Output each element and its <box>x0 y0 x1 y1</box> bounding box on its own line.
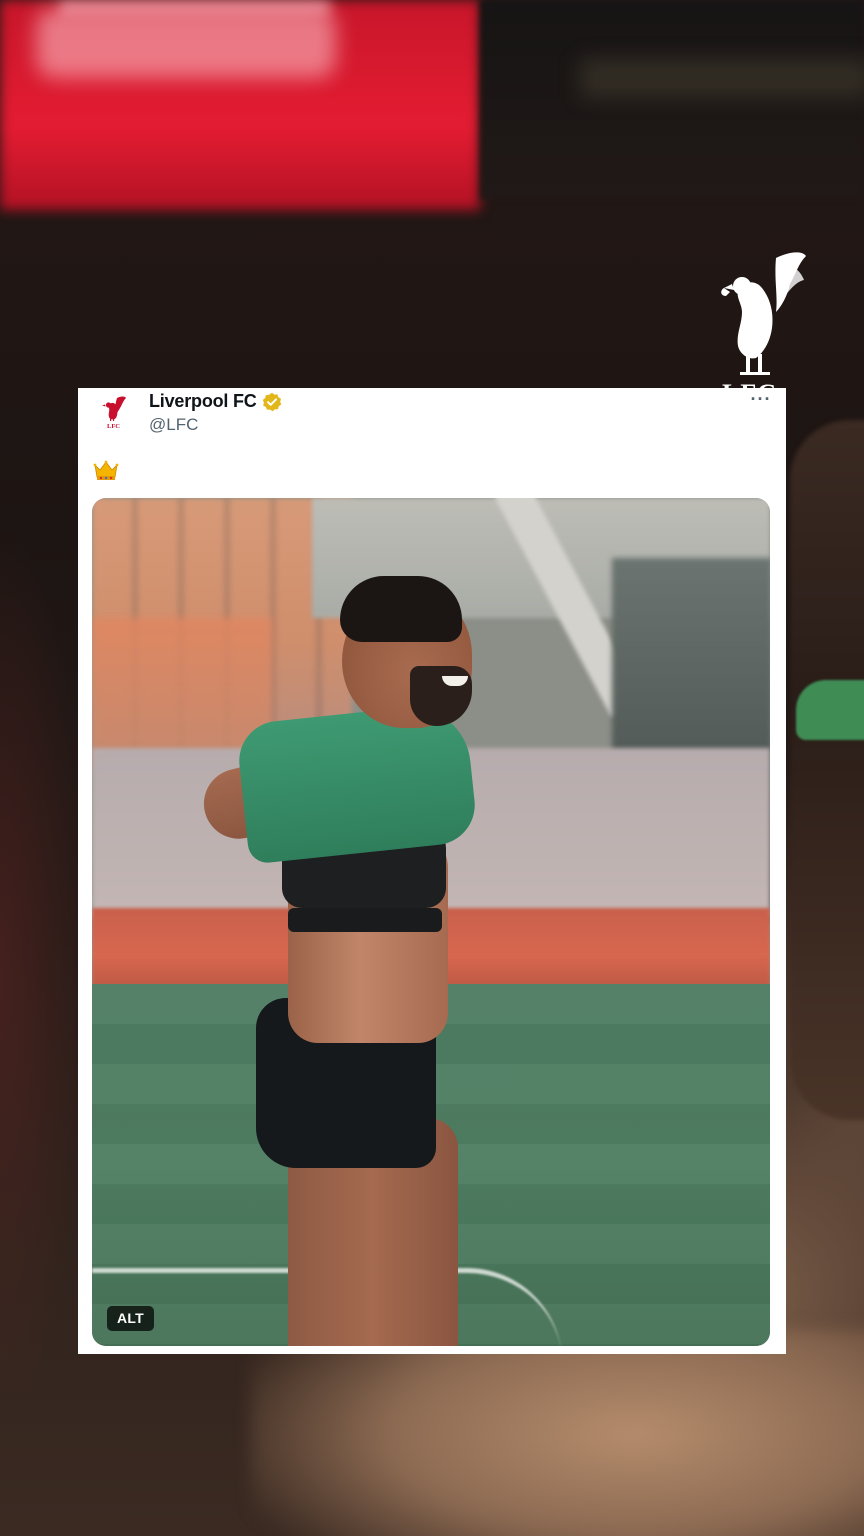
lfc-liverbird-crest-icon: LFC <box>718 250 812 410</box>
user-handle[interactable]: @LFC <box>149 415 198 435</box>
tweet-media-image[interactable] <box>92 498 770 1346</box>
background-light-strip <box>580 58 864 98</box>
alt-text-button[interactable]: ALT <box>107 1306 154 1331</box>
background-left-glow <box>0 520 90 1420</box>
background-dark-band <box>480 0 864 200</box>
display-name[interactable]: Liverpool FC <box>149 391 257 412</box>
player-beard <box>410 666 472 726</box>
tweet-author-row: Liverpool FC <box>149 391 282 412</box>
background-banner-blur <box>36 8 336 78</box>
more-options-button[interactable]: ··· <box>748 388 774 414</box>
background-banner-blur-top <box>60 0 330 14</box>
lfc-crest-avatar-icon: LFC <box>96 392 134 430</box>
verified-badge-icon <box>262 392 282 412</box>
background-person <box>790 420 864 1120</box>
svg-text:LFC: LFC <box>107 423 120 430</box>
background-green-shirt <box>796 680 864 740</box>
crown-icon <box>93 457 119 483</box>
player-chest-strap <box>288 908 442 932</box>
player-training-bib <box>235 701 479 865</box>
avatar[interactable]: LFC <box>96 392 134 430</box>
background-shoulder <box>250 1330 864 1536</box>
player-hair <box>340 576 462 642</box>
